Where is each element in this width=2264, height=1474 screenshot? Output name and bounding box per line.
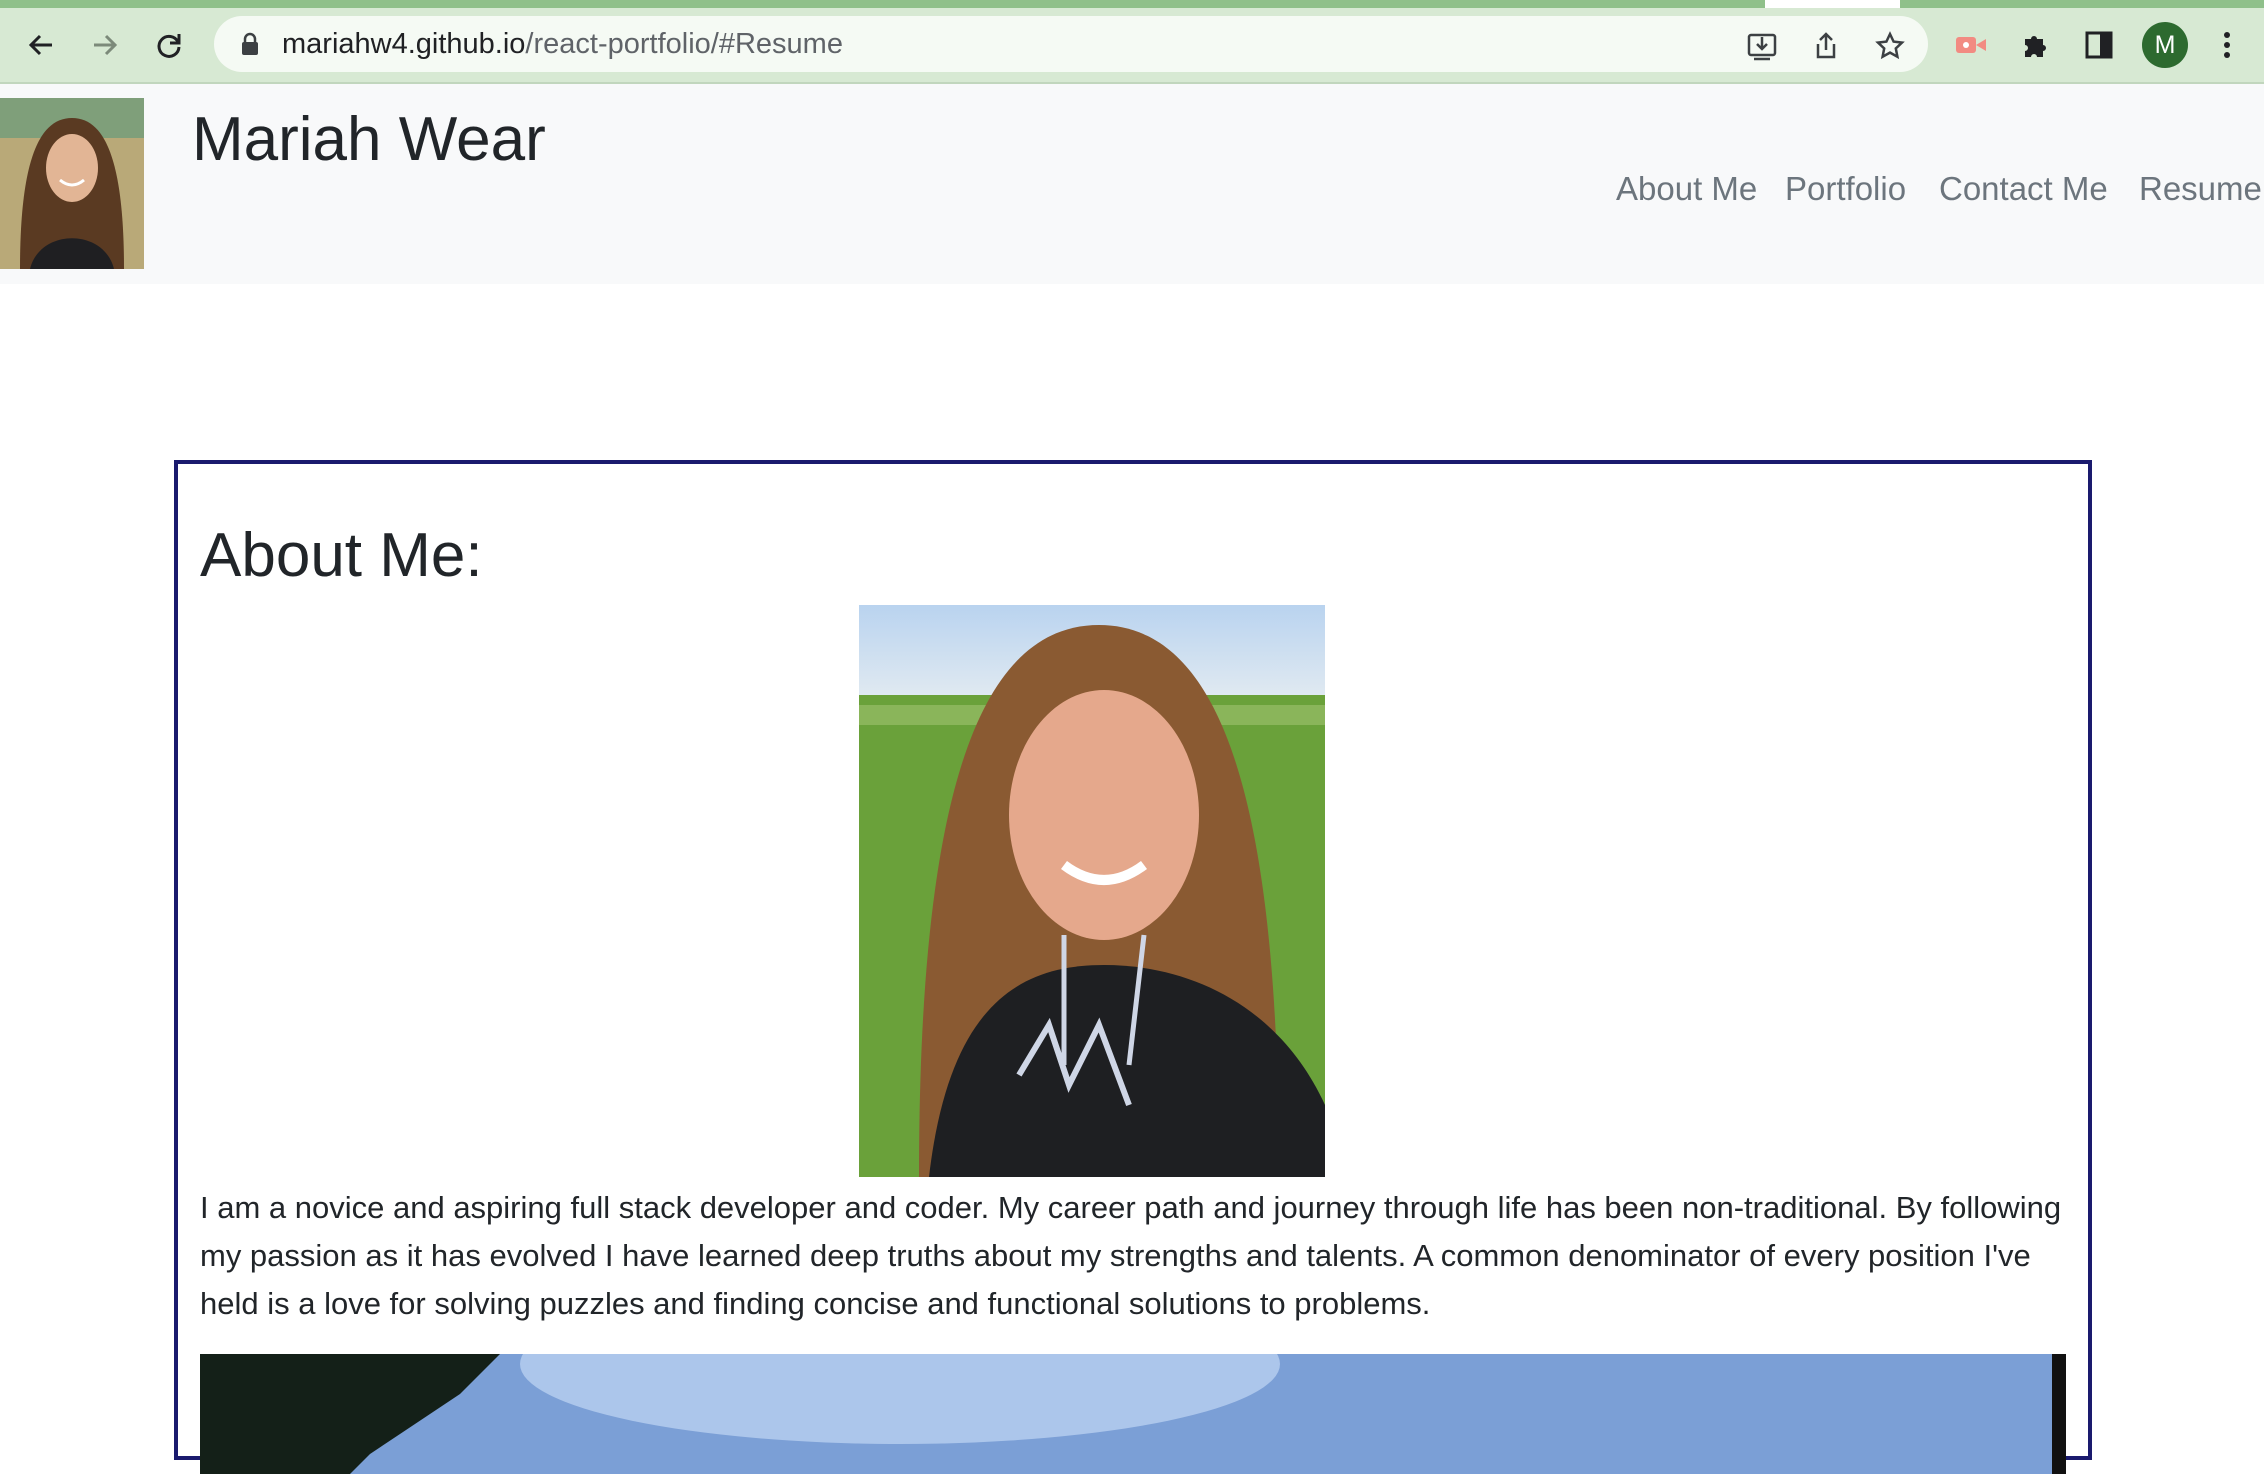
reload-button[interactable]	[144, 20, 194, 70]
nav-about-me[interactable]: About Me	[1616, 164, 1757, 214]
extension-pin-icon	[1956, 37, 1986, 53]
install-button[interactable]	[1742, 26, 1782, 66]
reload-icon	[157, 34, 181, 58]
url-path: /react-portfolio/#Resume	[525, 28, 843, 60]
site-title: Mariah Wear	[192, 105, 546, 174]
forward-button[interactable]	[80, 20, 130, 70]
extension-pin-button[interactable]	[1946, 20, 1996, 70]
share-button[interactable]	[1806, 26, 1846, 66]
about-paragraph: I am a novice and aspiring full stack de…	[200, 1190, 2062, 1321]
landscape-photo	[200, 1354, 2066, 1474]
nav-resume[interactable]: Resume	[2139, 164, 2262, 214]
browser-toolbar: mariahw4.github.io/react-portfolio/#Resu…	[0, 8, 2264, 84]
tab-strip-bar-right	[1900, 0, 2264, 8]
address-bar[interactable]: mariahw4.github.io/react-portfolio/#Resu…	[214, 16, 1928, 72]
nav-contact-me[interactable]: Contact Me	[1939, 164, 2108, 214]
portrait-image	[0, 98, 144, 269]
site-header: Mariah Wear About Me Portfolio Contact M…	[0, 84, 2264, 284]
lock-icon[interactable]	[240, 32, 260, 56]
bookmark-button[interactable]	[1870, 26, 1910, 66]
sidebar-icon	[2085, 31, 2113, 59]
about-card: About Me: I am a novice and aspiring ful…	[174, 460, 2092, 1474]
puzzle-icon	[2025, 36, 2046, 57]
extensions-button[interactable]	[2010, 20, 2060, 70]
landscape-image	[200, 1354, 2066, 1474]
selfie-image	[859, 605, 1325, 1177]
forward-icon	[94, 34, 118, 56]
profile-avatar[interactable]: M	[2142, 22, 2188, 68]
back-button[interactable]	[16, 20, 66, 70]
browser-menu-button[interactable]	[2202, 20, 2252, 70]
tab-strip	[0, 0, 2264, 8]
url-text[interactable]: mariahw4.github.io/react-portfolio/#Resu…	[282, 28, 843, 60]
header-profile-photo	[0, 98, 144, 269]
star-icon	[1875, 31, 1905, 60]
install-icon	[1747, 33, 1777, 61]
about-heading: About Me:	[200, 521, 483, 590]
url-host: mariahw4.github.io	[282, 28, 526, 60]
share-icon	[1816, 32, 1836, 59]
side-panel-button[interactable]	[2074, 20, 2124, 70]
nav-portfolio[interactable]: Portfolio	[1785, 164, 1906, 214]
back-icon	[28, 34, 52, 56]
tab-strip-bar	[0, 0, 1765, 8]
about-photo	[859, 605, 1325, 1177]
menu-icon	[2224, 32, 2230, 58]
